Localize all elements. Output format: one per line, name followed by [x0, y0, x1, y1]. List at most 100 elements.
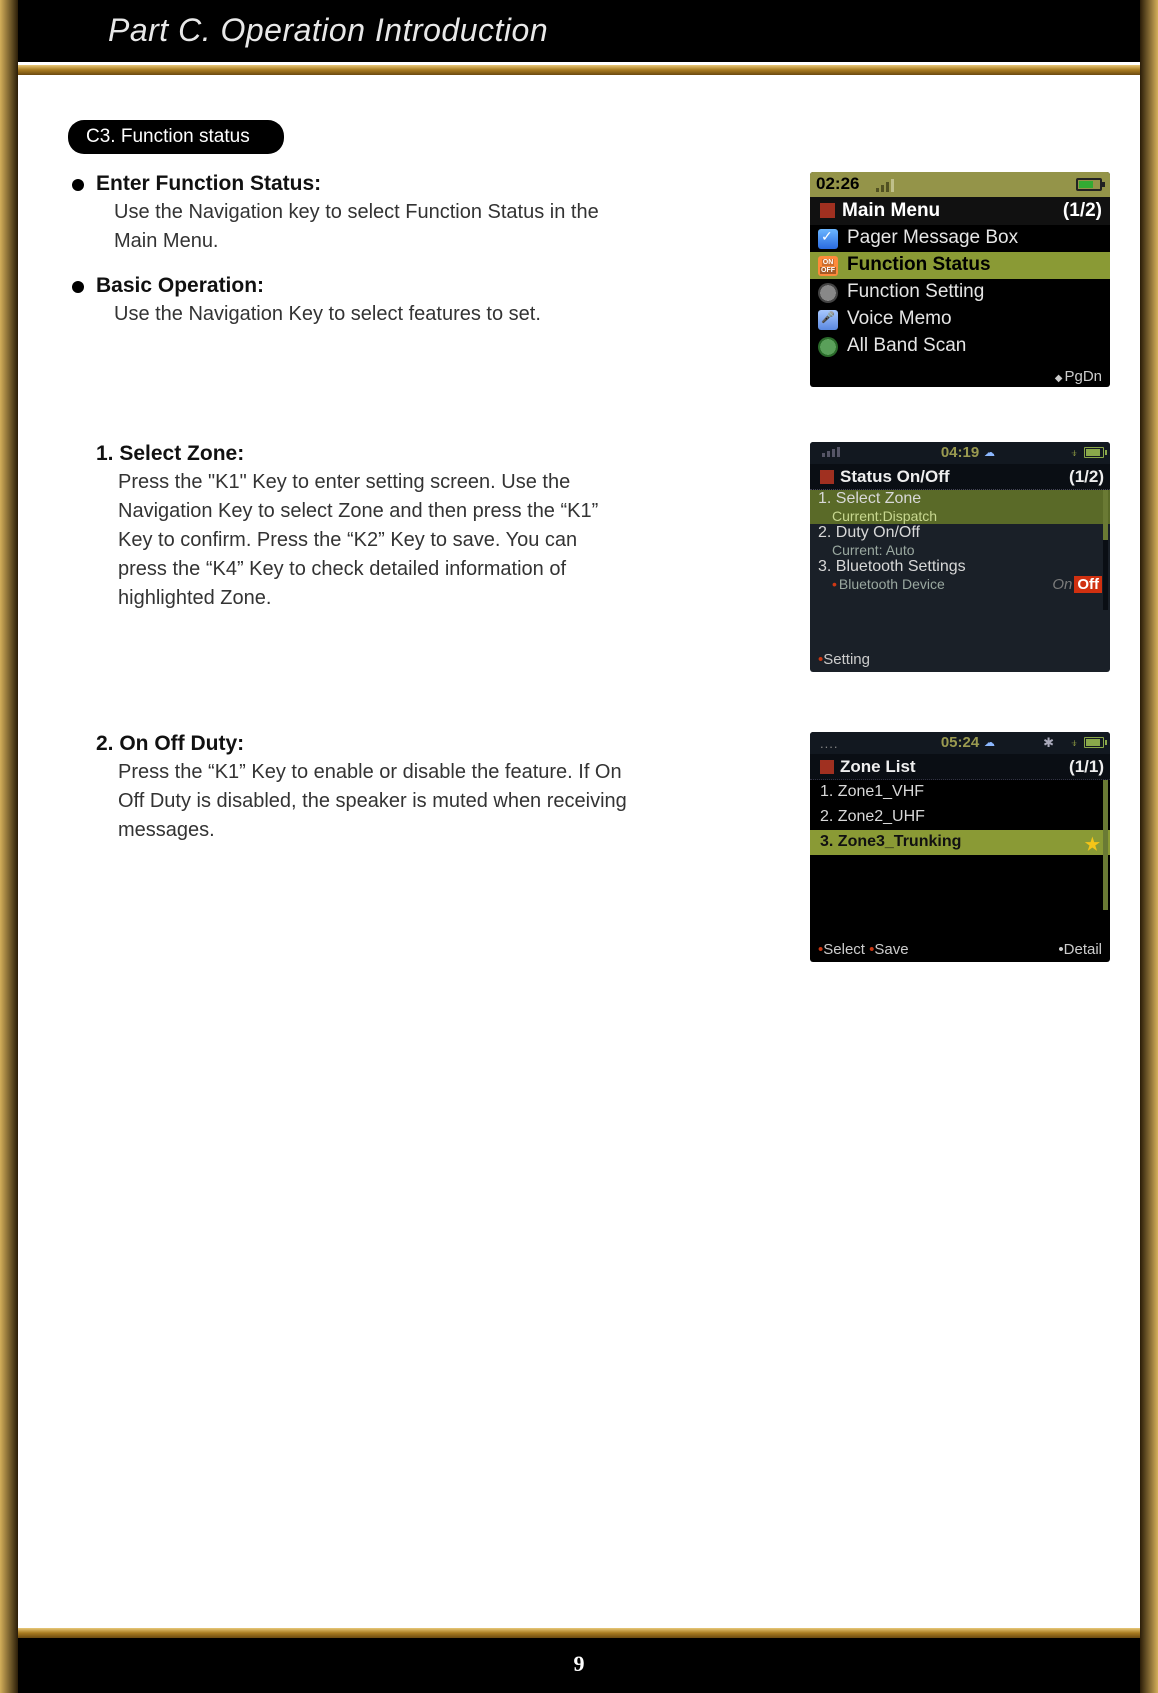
- signal-icon: [876, 179, 894, 192]
- row-1: Enter Function Status: Use the Navigatio…: [68, 172, 1110, 387]
- zone-label: 1. Zone1_VHF: [820, 783, 924, 800]
- step-onoff-duty: 2. On Off Duty: Press the “K1” Key to en…: [96, 732, 628, 845]
- weather-icon: ☁: [984, 736, 995, 749]
- title-square-icon: [820, 203, 835, 218]
- onoff-icon: ONOFF: [818, 256, 838, 276]
- gear-icon: [818, 283, 838, 303]
- menu-item-label: All Band Scan: [847, 335, 966, 357]
- menu-item-pager[interactable]: Pager Message Box: [810, 225, 1110, 252]
- status-bar: 02:26: [810, 172, 1110, 197]
- bullet-icon: •: [832, 576, 837, 592]
- softkey-label: Detail: [1064, 941, 1102, 958]
- battery-icon: [1084, 737, 1104, 748]
- content-area: C3. Function status Enter Function Statu…: [68, 120, 1110, 1623]
- footer-band: 9: [18, 1638, 1140, 1693]
- title-label: Main Menu: [842, 200, 940, 222]
- bt-device-label: Bluetooth Device: [839, 576, 945, 592]
- page-number: 9: [574, 1651, 585, 1676]
- pager-icon: [818, 229, 838, 249]
- page-indicator: (1/1): [1069, 757, 1104, 777]
- softkey-save[interactable]: •Save: [869, 941, 908, 958]
- antenna-icon: ⍖: [1070, 735, 1078, 751]
- softkey-label: Select: [823, 941, 865, 958]
- col-right-3: .... 05:24 ☁ ✱ ⍖ Zone List (1/1) 1. Zone…: [810, 732, 1110, 962]
- signal-dots-icon: ....: [820, 736, 838, 751]
- zone-item-3[interactable]: 3. Zone3_Trunking ★: [810, 830, 1110, 855]
- step-body: Press the "K1" Key to enter setting scre…: [118, 468, 628, 613]
- bullet-enter-function: Enter Function Status: Use the Navigatio…: [96, 172, 628, 256]
- page-indicator: (1/2): [1069, 467, 1104, 487]
- softkey-pgdn[interactable]: PgDn: [1055, 368, 1102, 385]
- zone-item-1[interactable]: 1. Zone1_VHF: [810, 780, 1110, 805]
- footer-divider: [18, 1628, 1140, 1638]
- row-sub: •Bluetooth Device OnOff: [818, 576, 1110, 592]
- page-border-left: [0, 0, 18, 1693]
- step-head: 1. Select Zone:: [96, 442, 628, 466]
- row-sub: Current:Dispatch: [818, 508, 1110, 524]
- softkey-label: Setting: [823, 651, 870, 668]
- status-bar: .... 05:24 ☁ ✱ ⍖: [810, 732, 1110, 754]
- mic-icon: [818, 310, 838, 330]
- status-bar: 04:19 ☁ ⍖: [810, 442, 1110, 464]
- step-select-zone: 1. Select Zone: Press the "K1" Key to en…: [96, 442, 628, 613]
- signal-icon: [822, 447, 840, 457]
- col-right-1: 02:26 Main Menu (1/2) Pager Message Box …: [810, 172, 1110, 387]
- bt-toggle[interactable]: OnOff: [1052, 576, 1102, 593]
- scrollbar[interactable]: [1103, 780, 1108, 910]
- screenshot-zone-list: .... 05:24 ☁ ✱ ⍖ Zone List (1/1) 1. Zone…: [810, 732, 1110, 962]
- clock: 02:26: [816, 174, 859, 194]
- section-tag: C3. Function status: [68, 120, 284, 154]
- title-square-icon: [820, 470, 834, 484]
- clock: 04:19: [941, 444, 979, 461]
- bullet-body: Use the Navigation Key to select feature…: [114, 300, 628, 329]
- page-title: Part C. Operation Introduction: [108, 12, 548, 49]
- bullet-basic-operation: Basic Operation: Use the Navigation Key …: [96, 274, 628, 329]
- softkey-select[interactable]: •Select: [818, 941, 865, 958]
- menu-item-function-status[interactable]: ONOFF Function Status: [810, 252, 1110, 279]
- zone-label: 2. Zone2_UHF: [820, 808, 925, 825]
- user-icon: [942, 176, 956, 192]
- weather-icon: ☁: [984, 446, 995, 459]
- title-label: Zone List: [840, 757, 916, 777]
- scrollbar[interactable]: [1103, 490, 1108, 610]
- menu-item-all-band-scan[interactable]: All Band Scan: [810, 333, 1110, 360]
- row-select-zone[interactable]: 1. Select Zone Current:Dispatch: [810, 490, 1110, 524]
- title-label: Status On/Off: [840, 467, 950, 487]
- col-left-1: Enter Function Status: Use the Navigatio…: [68, 172, 628, 347]
- menu-item-label: Function Setting: [847, 281, 984, 303]
- row-main: 2. Duty On/Off: [818, 524, 1110, 542]
- zone-label: 3. Zone3_Trunking: [820, 833, 961, 850]
- softkey-bar: •Select •Save •Detail: [818, 941, 1102, 958]
- row-main: 1. Select Zone: [818, 490, 1110, 508]
- menu-item-function-setting[interactable]: Function Setting: [810, 279, 1110, 306]
- scrollbar-thumb[interactable]: [1103, 780, 1108, 910]
- bullet-body: Use the Navigation key to select Functio…: [114, 198, 628, 256]
- menu-item-label: Voice Memo: [847, 308, 952, 330]
- screenshot-main-menu: 02:26 Main Menu (1/2) Pager Message Box …: [810, 172, 1110, 387]
- scrollbar-thumb[interactable]: [1103, 490, 1108, 540]
- star-icon: ★: [1085, 833, 1100, 857]
- header-band: Part C. Operation Introduction: [18, 0, 1140, 65]
- col-left-2: 1. Select Zone: Press the "K1" Key to en…: [68, 442, 628, 631]
- bluetooth-icon: ✱: [1043, 735, 1054, 751]
- title-bar: Status On/Off (1/2): [810, 464, 1110, 490]
- menu-item-label: Pager Message Box: [847, 227, 1018, 249]
- title-square-icon: [820, 760, 834, 774]
- menu-item-voice-memo[interactable]: Voice Memo: [810, 306, 1110, 333]
- row-duty-onoff[interactable]: 2. Duty On/Off Current: Auto: [810, 524, 1110, 558]
- row-bluetooth[interactable]: 3. Bluetooth Settings •Bluetooth Device …: [810, 558, 1110, 592]
- row-main: 3. Bluetooth Settings: [818, 558, 1110, 576]
- antenna-icon: ⍖: [1070, 445, 1078, 461]
- col-left-3: 2. On Off Duty: Press the “K1” Key to en…: [68, 732, 628, 863]
- clock: 05:24: [941, 734, 979, 751]
- softkey-detail[interactable]: •Detail: [1058, 941, 1102, 958]
- softkey-setting[interactable]: •Setting: [818, 651, 870, 668]
- globe-icon: [818, 337, 838, 357]
- battery-icon: [1076, 178, 1102, 191]
- title-bar: Main Menu (1/2): [810, 197, 1110, 225]
- bullet-head: Enter Function Status:: [96, 172, 628, 196]
- bullet-head: Basic Operation:: [96, 274, 628, 298]
- title-bar: Zone List (1/1): [810, 754, 1110, 780]
- row-sub: Current: Auto: [818, 542, 1110, 558]
- zone-item-2[interactable]: 2. Zone2_UHF: [810, 805, 1110, 830]
